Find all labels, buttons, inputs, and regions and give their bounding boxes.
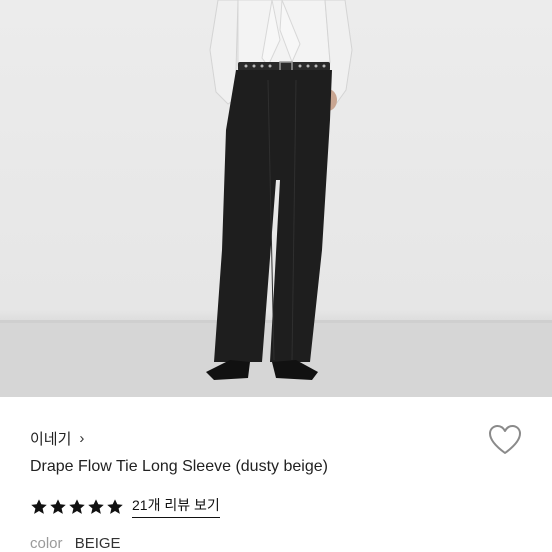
star-filled-icon xyxy=(50,498,66,514)
color-label: color xyxy=(30,535,63,552)
star-filled-icon xyxy=(69,498,85,514)
star-filled-icon xyxy=(88,498,104,514)
rating-row: 21개 리뷰 보기 xyxy=(30,495,220,518)
star-filled-icon xyxy=(107,498,123,514)
model-illustration xyxy=(0,0,552,397)
chevron-right-icon: › xyxy=(79,430,85,447)
brand-name: 이네기 xyxy=(30,431,72,448)
color-option: color BEIGE xyxy=(30,535,121,552)
heart-outline-icon[interactable] xyxy=(488,424,522,456)
brand-link[interactable]: 이네기 › xyxy=(30,428,84,449)
product-title: Drape Flow Tie Long Sleeve (dusty beige) xyxy=(30,458,328,475)
product-photo[interactable] xyxy=(0,0,552,397)
star-rating xyxy=(30,498,124,516)
reviews-link[interactable]: 21개 리뷰 보기 xyxy=(132,495,220,518)
color-value: BEIGE xyxy=(74,535,121,552)
star-filled-icon xyxy=(31,498,47,514)
